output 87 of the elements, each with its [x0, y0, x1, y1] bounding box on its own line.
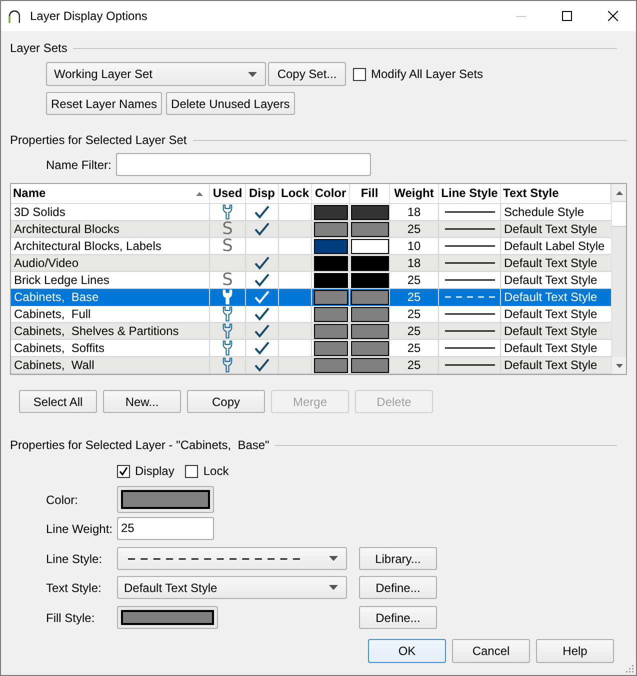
- sort-arrow-icon: [196, 192, 203, 196]
- table-row[interactable]: Architectural Blocks, Labels S 10 Default Label Style: [11, 238, 611, 255]
- table-row[interactable]: Cabinets, Base 25 Default Text Style: [11, 289, 611, 306]
- wrench-icon: [222, 204, 233, 220]
- column-header[interactable]: Disp: [246, 184, 279, 204]
- caret-icon: [329, 556, 338, 561]
- solid-line-sample: [444, 347, 494, 349]
- field-label: Text Style:: [46, 580, 102, 594]
- dialog-button[interactable]: Help: [536, 639, 614, 663]
- name-filter-field[interactable]: [116, 153, 371, 176]
- wrench-icon: [222, 340, 233, 356]
- column-header[interactable]: Name: [11, 184, 210, 204]
- column-header[interactable]: Used: [210, 184, 246, 204]
- checkbox-label: Display: [135, 464, 174, 478]
- checkbox-label: Lock: [203, 464, 229, 478]
- table-row[interactable]: 3D Solids 18 Schedule Style: [11, 204, 611, 221]
- used-letter: S: [222, 238, 233, 254]
- layer-set-button[interactable]: Delete Unused Layers: [166, 92, 295, 115]
- solid-line-sample: [444, 245, 494, 247]
- solid-line-sample: [444, 364, 494, 366]
- modify-all-checkbox[interactable]: [353, 68, 366, 80]
- column-header[interactable]: Line Style: [439, 184, 501, 204]
- wrench-icon: [222, 289, 233, 305]
- dialog-button[interactable]: Cancel: [452, 639, 530, 663]
- table-row[interactable]: Brick Ledge Lines S 25 Default Text Style: [11, 272, 611, 289]
- window-title: Layer Display Options: [30, 9, 148, 23]
- wrench-icon: [222, 306, 233, 322]
- scrollbar[interactable]: [611, 184, 626, 374]
- fill-style-button[interactable]: [117, 606, 218, 629]
- down-arrow-icon: [616, 364, 622, 368]
- arc-icon: [8, 9, 20, 23]
- solid-line-sample: [444, 330, 494, 332]
- section-heading: Properties for Selected Layer - "Cabinets, Base": [10, 438, 270, 452]
- section-heading: Properties for Selected Layer Set: [10, 133, 187, 147]
- table-row[interactable]: Cabinets, Wall 25 Default Text Style: [11, 357, 611, 374]
- column-header[interactable]: Fill: [350, 184, 390, 204]
- solid-line-sample: [444, 262, 494, 264]
- wrench-icon: [222, 323, 233, 339]
- library-button[interactable]: Library...: [359, 547, 437, 570]
- layer-set-button[interactable]: Reset Layer Names: [46, 92, 162, 115]
- wrench-icon: [222, 357, 233, 373]
- used-letter: S: [222, 272, 233, 288]
- table-row[interactable]: Cabinets, Soffits 25 Default Text Style: [11, 340, 611, 357]
- column-header[interactable]: Color: [312, 184, 350, 204]
- solid-line-sample: [444, 211, 494, 213]
- field-label: Fill Style:: [46, 610, 96, 624]
- table-row[interactable]: Cabinets, Shelves & Partitions 25 Default Text Style: [11, 323, 611, 340]
- column-header[interactable]: Lock: [279, 184, 312, 204]
- lock-checkbox[interactable]: [185, 464, 198, 478]
- color-button[interactable]: [117, 486, 214, 513]
- field-label: Line Style:: [46, 552, 104, 566]
- scroll-down-button[interactable]: [612, 357, 626, 374]
- table-row[interactable]: Architectural Blocks S 25 Default Text Style: [11, 221, 611, 238]
- table-cell: 25: [390, 357, 439, 374]
- define-button[interactable]: Define...: [359, 606, 437, 629]
- table-cell: Cabinets, Wall: [11, 357, 210, 374]
- used-letter: S: [222, 221, 233, 237]
- text-style-dropdown[interactable]: Default Text Style: [117, 576, 347, 599]
- resize-grip-icon[interactable]: [624, 663, 634, 673]
- scroll-up-button[interactable]: [612, 184, 626, 201]
- table-action-button[interactable]: Select All: [19, 390, 97, 413]
- line-weight-field[interactable]: 25: [117, 517, 214, 540]
- field-label: Line Weight:: [46, 522, 114, 536]
- caret-icon: [329, 585, 338, 590]
- solid-line-sample: [444, 228, 494, 230]
- solid-line-sample: [444, 279, 494, 281]
- field-label: Name Filter:: [46, 158, 112, 172]
- table-action-button[interactable]: New...: [103, 390, 181, 413]
- field-label: Color:: [46, 492, 80, 506]
- up-arrow-icon: [616, 190, 622, 194]
- checkbox-label: Modify All Layer Sets: [371, 67, 484, 81]
- scrollbar-thumb[interactable]: [612, 201, 626, 227]
- table-action-button[interactable]: Copy: [187, 390, 265, 413]
- solid-line-sample: [444, 313, 494, 315]
- dashed-line-sample: [444, 296, 494, 298]
- dialog-button[interactable]: OK: [368, 639, 446, 663]
- layer-set-dropdown[interactable]: Working Layer Set: [46, 62, 266, 86]
- column-header[interactable]: Weight: [390, 184, 439, 204]
- section-heading: Layer Sets: [10, 41, 68, 55]
- table-row[interactable]: Cabinets, Full 25 Default Text Style: [11, 306, 611, 323]
- table-row[interactable]: Audio/Video 18 Default Text Style: [11, 255, 611, 272]
- caret-icon: [248, 72, 257, 76]
- copy-set-button[interactable]: Copy Set...: [268, 62, 346, 86]
- display-checkbox[interactable]: [117, 464, 130, 478]
- define-button[interactable]: Define...: [359, 576, 437, 599]
- column-header[interactable]: Text Style: [501, 184, 611, 204]
- line-style-dropdown[interactable]: [117, 547, 347, 570]
